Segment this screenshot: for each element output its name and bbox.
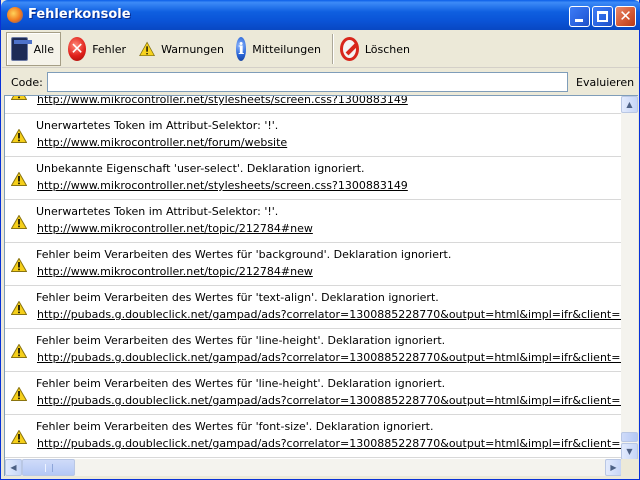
maximize-button[interactable] — [592, 6, 613, 27]
log-entry[interactable]: http://www.mikrocontroller.net/styleshee… — [5, 96, 621, 114]
scrollbar-corner — [621, 459, 638, 476]
log-entry[interactable]: Fehler beim Verarbeiten des Wertes für '… — [5, 415, 621, 458]
log-source-link[interactable]: http://pubads.g.doubleclick.net/gampad/a… — [37, 308, 621, 321]
log-source-link[interactable]: http://pubads.g.doubleclick.net/gampad/a… — [37, 437, 621, 450]
all-messages-icon — [11, 37, 32, 61]
vertical-scroll-thumb[interactable] — [621, 432, 638, 442]
clear-button[interactable]: Löschen — [336, 32, 416, 66]
clear-label: Löschen — [364, 42, 410, 56]
filter-errors-label: Fehler — [92, 42, 126, 56]
toolbar-separator — [332, 34, 334, 64]
warning-icon — [11, 344, 27, 358]
title-bar[interactable]: Fehlerkonsole ✕ — [1, 0, 640, 30]
log-source-link[interactable]: http://www.mikrocontroller.net/styleshee… — [37, 96, 408, 106]
warning-icon — [11, 172, 27, 186]
clear-icon — [340, 37, 359, 61]
log-entry[interactable]: Fehler beim Verarbeiten des Wertes für '… — [5, 329, 621, 372]
log-source-link[interactable]: http://www.mikrocontroller.net/styleshee… — [37, 179, 408, 192]
log-message: Unerwartetes Token im Attribut-Selektor:… — [36, 205, 279, 218]
error-console-window: Fehlerkonsole ✕ Alle ✕ Fehler Warnungen … — [0, 0, 640, 480]
horizontal-scroll-thumb[interactable] — [22, 459, 75, 476]
log-source-link[interactable]: http://www.mikrocontroller.net/forum/web… — [37, 136, 287, 149]
log-source-link[interactable]: http://pubads.g.doubleclick.net/gampad/a… — [37, 394, 621, 407]
toolbar: Alle ✕ Fehler Warnungen i Mitteilungen L… — [2, 30, 639, 68]
warning-icon — [11, 301, 27, 315]
filter-messages-label: Mitteilungen — [252, 42, 321, 56]
log-message: Fehler beim Verarbeiten des Wertes für '… — [36, 334, 446, 347]
log-message: Unbekannte Eigenschaft 'user-select'. De… — [36, 162, 365, 175]
evaluate-button[interactable]: Evaluieren — [576, 76, 634, 89]
filter-errors-button[interactable]: ✕ Fehler — [64, 32, 132, 66]
filter-all-button[interactable]: Alle — [6, 32, 61, 66]
log-entry[interactable]: Fehler beim Verarbeiten des Wertes für '… — [5, 372, 621, 415]
scroll-grip-icon — [45, 464, 53, 472]
scroll-up-button[interactable]: ▲ — [621, 96, 638, 113]
log-entry[interactable]: Fehler beim Verarbeiten des Wertes für '… — [5, 286, 621, 329]
warning-icon — [11, 129, 27, 143]
warning-icon — [11, 430, 27, 444]
log-entry[interactable]: Unerwartetes Token im Attribut-Selektor:… — [5, 114, 621, 157]
log-message: Unerwartetes Token im Attribut-Selektor:… — [36, 119, 279, 132]
code-bar: Code: Evaluieren — [2, 68, 639, 96]
close-icon: ✕ — [619, 7, 632, 25]
log-source-link[interactable]: http://pubads.g.doubleclick.net/gampad/a… — [37, 351, 621, 364]
log-entry[interactable]: Unerwartetes Token im Attribut-Selektor:… — [5, 200, 621, 243]
vertical-scrollbar[interactable]: ▲ ▼ — [621, 95, 638, 460]
warning-icon — [11, 387, 27, 401]
minimize-icon — [575, 19, 583, 22]
log-entry[interactable]: Fehler beim Verarbeiten des Wertes für '… — [5, 243, 621, 286]
filter-warnings-label: Warnungen — [161, 42, 224, 56]
scroll-left-button[interactable]: ◀ — [5, 459, 22, 476]
log-source-link[interactable]: http://www.mikrocontroller.net/topic/212… — [37, 222, 313, 235]
warning-icon — [11, 258, 27, 272]
error-icon: ✕ — [68, 37, 87, 61]
log-message: Fehler beim Verarbeiten des Wertes für '… — [36, 291, 439, 304]
scroll-down-button[interactable]: ▼ — [621, 443, 638, 460]
maximize-icon — [597, 11, 608, 22]
filter-messages-button[interactable]: i Mitteilungen — [232, 32, 327, 66]
warning-icon — [139, 41, 156, 57]
log-source-link[interactable]: http://www.mikrocontroller.net/topic/212… — [37, 265, 313, 278]
log-message: Fehler beim Verarbeiten des Wertes für '… — [36, 420, 434, 433]
minimize-button[interactable] — [569, 6, 590, 27]
filter-all-label: Alle — [33, 42, 54, 56]
code-input[interactable] — [47, 72, 568, 92]
code-label: Code: — [11, 76, 43, 89]
firefox-logo-icon — [7, 7, 23, 23]
window-title: Fehlerkonsole — [28, 7, 131, 22]
warning-icon — [11, 96, 27, 100]
horizontal-scrollbar[interactable]: ◀ ▶ — [4, 459, 622, 476]
log-entry[interactable]: Unbekannte Eigenschaft 'user-select'. De… — [5, 157, 621, 200]
filter-warnings-button[interactable]: Warnungen — [135, 32, 230, 66]
info-icon: i — [236, 37, 247, 61]
scroll-right-button[interactable]: ▶ — [605, 459, 622, 476]
warning-icon — [11, 215, 27, 229]
log-message: Fehler beim Verarbeiten des Wertes für '… — [36, 248, 452, 261]
console-log-list[interactable]: http://www.mikrocontroller.net/styleshee… — [4, 95, 621, 459]
close-button[interactable]: ✕ — [615, 6, 636, 27]
log-message: Fehler beim Verarbeiten des Wertes für '… — [36, 377, 446, 390]
